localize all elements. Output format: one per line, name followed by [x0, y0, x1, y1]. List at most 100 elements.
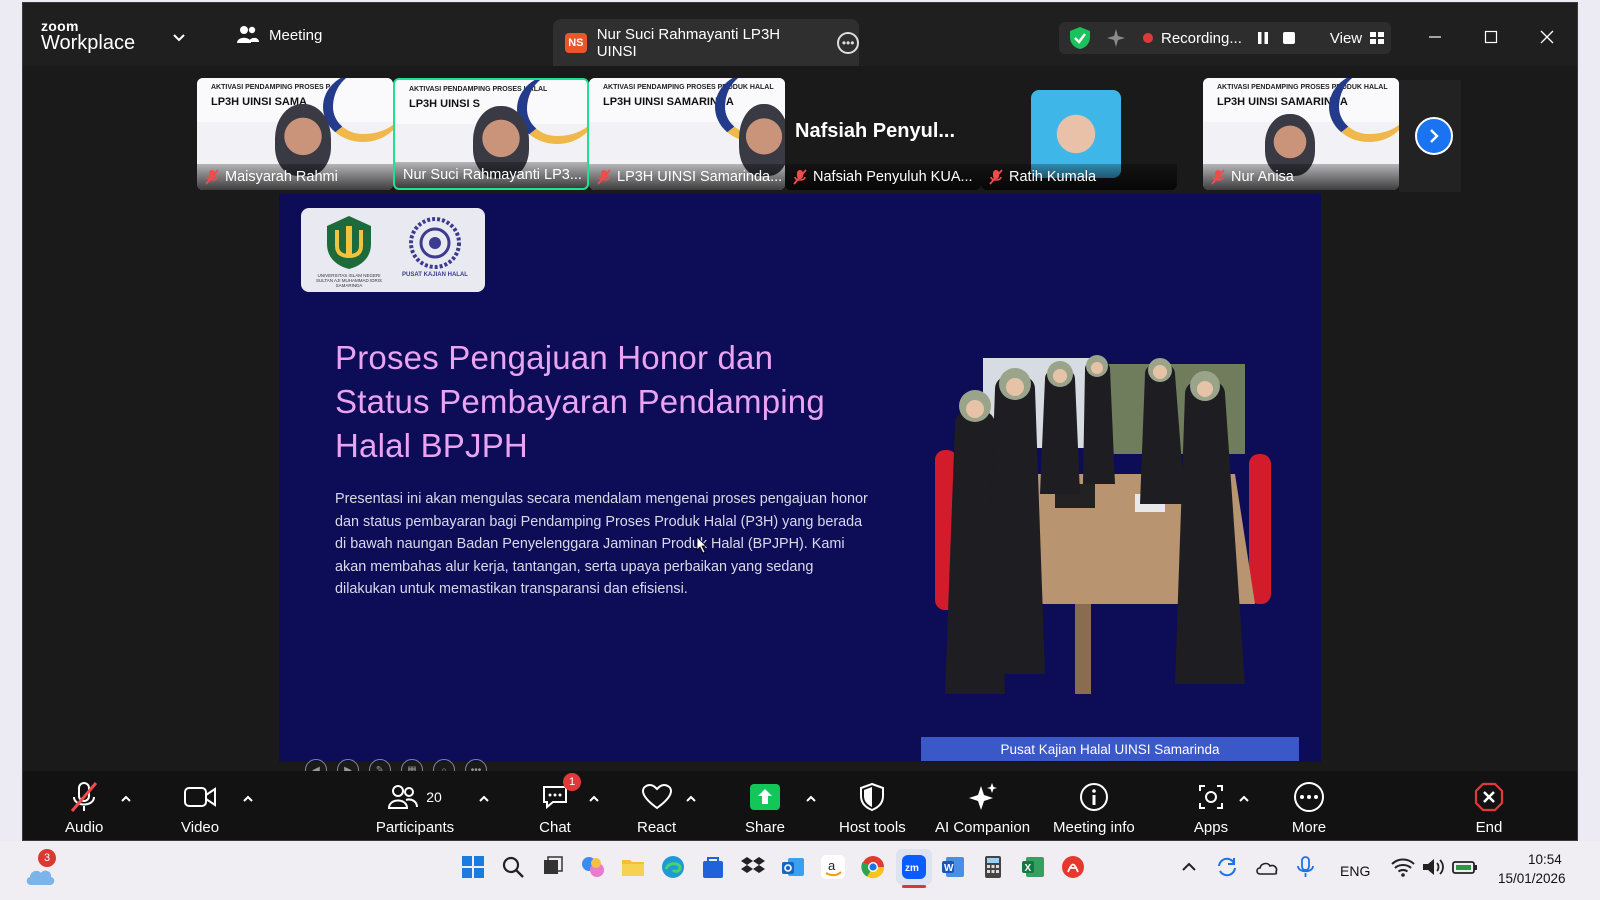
participant-tile[interactable]: AKTIVASI PENDAMPING PROSES PRODUK HALAL …	[589, 78, 785, 190]
maximize-button[interactable]	[1471, 23, 1511, 51]
chat-options-caret-icon[interactable]	[587, 792, 601, 806]
more-options-icon[interactable]: •••	[837, 31, 859, 54]
info-icon	[1076, 779, 1112, 815]
copilot-icon[interactable]	[580, 854, 606, 880]
host-tools-label: Host tools	[839, 819, 906, 836]
zoom-workplace-logo[interactable]: zoom Workplace	[41, 19, 135, 53]
meeting-info-label: Meeting info	[1053, 819, 1135, 836]
windows-taskbar: 3 a zm W X ENG 10:54 15/01/2026	[0, 841, 1600, 900]
participants-options-caret-icon[interactable]	[477, 792, 491, 806]
task-view-icon[interactable]	[540, 854, 566, 880]
react-button[interactable]: React	[637, 779, 676, 836]
stop-icon[interactable]	[1282, 31, 1296, 45]
react-options-caret-icon[interactable]	[684, 792, 698, 806]
active-app-indicator	[902, 885, 926, 888]
halal-center-caption: PUSAT KAJIAN HALAL	[402, 272, 468, 278]
minimize-button[interactable]	[1415, 23, 1455, 51]
zoom-app-icon: zm	[902, 855, 926, 879]
logo-workplace-text: Workplace	[41, 32, 136, 54]
video-banner: AKTIVASI PENDAMPING PROSES PRODUK HALAL …	[1203, 78, 1399, 142]
tab-active-presenter[interactable]: NS Nur Suci Rahmayanti LP3H UINSI •••	[553, 19, 859, 66]
institution-logos: UNIVERSITAS ISLAM NEGERI SULTAN AJI MUHA…	[301, 208, 485, 292]
file-explorer-icon[interactable]	[620, 854, 646, 880]
edge-browser-icon[interactable]	[660, 854, 686, 880]
end-meeting-button[interactable]: End	[1471, 779, 1507, 836]
banner-subtitle: AKTIVASI PENDAMPING PROSES P	[211, 84, 331, 91]
host-tools-button[interactable]: Host tools	[839, 779, 906, 836]
ai-companion-button[interactable]: AI Companion	[935, 779, 1030, 836]
input-language[interactable]: ENG	[1340, 863, 1370, 879]
excel-icon[interactable]: X	[1020, 854, 1046, 880]
chrome-icon[interactable]	[860, 854, 886, 880]
sync-icon[interactable]	[1214, 854, 1240, 880]
meeting-info-button[interactable]: Meeting info	[1053, 779, 1135, 836]
share-options-caret-icon[interactable]	[804, 792, 818, 806]
zoom-window: zoom Workplace Meeting NS Nur Suci Rahma…	[22, 2, 1578, 841]
participant-name: Ratih Kumala	[1009, 169, 1097, 185]
screen: zoom Workplace Meeting NS Nur Suci Rahma…	[0, 0, 1600, 900]
weather-widget[interactable]: 3	[24, 849, 56, 885]
word-icon[interactable]: W	[940, 854, 966, 880]
ai-sparkle-icon[interactable]	[1105, 27, 1127, 49]
chat-button[interactable]: 1 Chat	[537, 773, 581, 836]
meeting-status-bar: Recording... View	[1059, 22, 1391, 54]
participant-tile[interactable]: AKTIVASI PENDAMPING PROSES P LP3H UINSI …	[197, 78, 393, 190]
end-label: End	[1475, 819, 1503, 836]
battery-icon[interactable]	[1452, 854, 1478, 880]
meeting-tab-label: Meeting	[269, 26, 323, 44]
uinsi-logo-icon	[327, 216, 371, 269]
apps-button[interactable]: Apps	[1193, 779, 1229, 836]
uinsi-logo-caption: UNIVERSITAS ISLAM NEGERI SULTAN AJI MUHA…	[315, 273, 383, 288]
participant-tile-active-speaker[interactable]: AKTIVASI PENDAMPING PROSES HALAL LP3H UI…	[393, 78, 589, 190]
participant-tile[interactable]: AKTIVASI PENDAMPING PROSES PRODUK HALAL …	[1203, 78, 1399, 190]
close-button[interactable]	[1527, 23, 1567, 51]
video-button[interactable]: Video	[181, 779, 219, 836]
audio-options-caret-icon[interactable]	[119, 792, 133, 806]
store-icon[interactable]	[700, 854, 726, 880]
calculator-icon[interactable]	[980, 854, 1006, 880]
zoom-taskbar-button[interactable]: zm	[896, 849, 932, 888]
more-button[interactable]: More	[1291, 779, 1327, 836]
amazon-icon[interactable]: a	[820, 854, 846, 880]
participants-button[interactable]: 20 Participants	[375, 779, 455, 836]
acrobat-icon[interactable]	[1060, 854, 1086, 880]
logo-zoom-text: zoom	[41, 18, 79, 34]
clock-time[interactable]: 10:54	[1528, 852, 1562, 867]
pause-icon[interactable]	[1256, 31, 1270, 45]
clock-date[interactable]: 15/01/2026	[1498, 871, 1566, 886]
share-button[interactable]: Share	[745, 779, 785, 836]
chevron-up-icon[interactable]	[1176, 854, 1202, 880]
active-tab-title: Nur Suci Rahmayanti LP3H UINSI	[596, 25, 781, 60]
video-camera-icon	[182, 779, 218, 815]
grid-view-icon	[1370, 32, 1385, 44]
team-photo	[935, 355, 1271, 694]
banner-title: LP3H UINSI S	[409, 98, 480, 110]
thumbnail-pager	[1399, 80, 1461, 192]
video-label: Video	[181, 819, 220, 836]
search-icon[interactable]	[500, 854, 526, 880]
wifi-icon[interactable]	[1390, 854, 1416, 880]
host-shield-icon	[854, 779, 890, 815]
mic-muted-icon	[66, 779, 102, 815]
audio-button[interactable]: Audio	[65, 779, 103, 836]
participant-tile[interactable]: Nafsiah Penyul... Nafsiah Penyuluh KUA..…	[785, 78, 981, 190]
shield-check-icon[interactable]	[1069, 26, 1091, 50]
tab-meeting[interactable]: Meeting	[237, 25, 322, 45]
voice-input-icon[interactable]	[1294, 854, 1320, 880]
participant-name: Nafsiah Penyuluh KUA...	[813, 169, 973, 185]
onedrive-icon[interactable]	[1254, 854, 1280, 880]
dropbox-icon[interactable]	[740, 854, 766, 880]
participant-tile[interactable]: Ratih Kumala	[981, 78, 1177, 190]
windows-start-icon[interactable]	[460, 854, 486, 880]
apps-options-caret-icon[interactable]	[1237, 792, 1251, 806]
outlook-icon[interactable]	[780, 854, 806, 880]
chevron-down-icon[interactable]	[171, 29, 187, 45]
video-options-caret-icon[interactable]	[241, 792, 255, 806]
heart-icon	[639, 779, 675, 815]
volume-icon[interactable]	[1420, 854, 1446, 880]
next-page-button[interactable]	[1415, 117, 1453, 155]
react-label: React	[637, 819, 677, 836]
mic-muted-icon	[597, 169, 611, 185]
view-button[interactable]: View	[1330, 30, 1385, 47]
slide-body-text: Presentasi ini akan mengulas secara mend…	[335, 491, 868, 597]
